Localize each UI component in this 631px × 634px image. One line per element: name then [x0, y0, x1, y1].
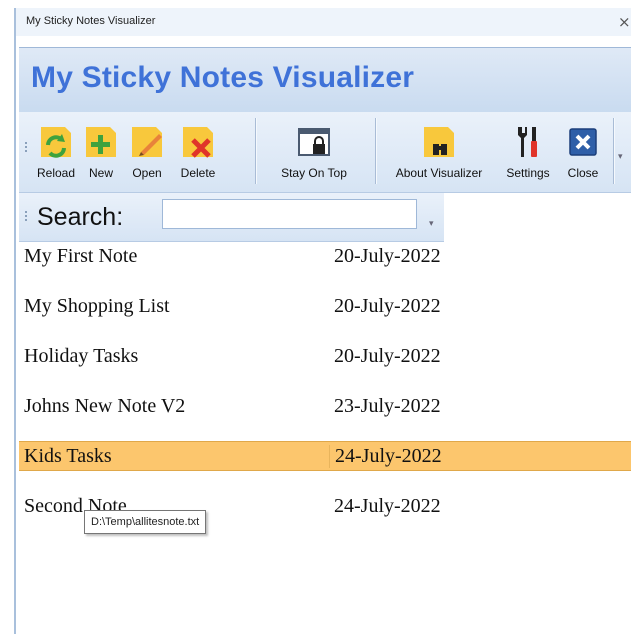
reload-button[interactable]: Reload: [33, 118, 79, 186]
title-bar: My Sticky Notes Visualizer ×: [16, 8, 631, 36]
note-date: 23-July-2022: [334, 395, 441, 417]
binoculars-note-icon: [424, 127, 454, 157]
about-visualizer-button[interactable]: About Visualizer: [383, 118, 495, 186]
note-name: My First Note: [24, 245, 138, 267]
search-toolbar-grip[interactable]: [25, 211, 30, 221]
note-name: Kids Tasks: [24, 445, 112, 467]
toolbar-separator: [613, 118, 615, 184]
note-name: My Shopping List: [24, 295, 170, 317]
app-banner: My Sticky Notes Visualizer: [19, 47, 631, 113]
file-path-tooltip: D:\Temp\allitesnote.txt: [84, 510, 207, 534]
note-name: Holiday Tasks: [24, 345, 139, 367]
toolbar-overflow-icon[interactable]: ▾: [618, 152, 623, 162]
stay-on-top-button[interactable]: Stay On Top: [264, 118, 364, 186]
open-note-icon: [132, 127, 162, 157]
toolbar-separator: [375, 118, 377, 184]
note-date: 20-July-2022: [334, 295, 441, 317]
list-item[interactable]: My First Note 20-July-2022: [19, 242, 631, 270]
note-name: Johns New Note V2: [24, 395, 186, 417]
close-icon: [569, 128, 597, 156]
note-date: 20-July-2022: [334, 245, 441, 267]
banner-title: My Sticky Notes Visualizer: [31, 61, 415, 94]
new-note-icon: [86, 127, 116, 157]
search-input[interactable]: [162, 199, 417, 229]
settings-label: Settings: [506, 166, 550, 180]
window-lock-icon: [298, 128, 330, 156]
new-note-label: New: [88, 166, 113, 180]
delete-note-button[interactable]: Delete: [173, 118, 223, 186]
reload-label: Reload: [36, 166, 76, 180]
window-title: My Sticky Notes Visualizer: [26, 15, 156, 27]
toolbar-separator: [255, 118, 257, 184]
note-date: 24-July-2022: [334, 495, 441, 517]
note-date: 24-July-2022: [329, 445, 442, 468]
reload-icon: [41, 127, 71, 158]
main-toolbar: Reload New Open Delete Stay On Top About…: [19, 112, 631, 193]
list-item[interactable]: My Shopping List 20-July-2022: [19, 292, 631, 320]
settings-button[interactable]: Settings: [497, 118, 559, 186]
tools-icon: [518, 127, 537, 157]
window-close-icon[interactable]: ×: [618, 13, 631, 31]
open-note-button[interactable]: Open: [123, 118, 171, 186]
delete-note-icon: [183, 127, 213, 158]
search-label: Search:: [37, 203, 124, 231]
delete-note-label: Delete: [180, 166, 216, 180]
close-button[interactable]: Close: [561, 118, 605, 186]
app-window: My Sticky Notes Visualizer × My Sticky N…: [14, 8, 631, 634]
note-date: 20-July-2022: [334, 345, 441, 367]
open-note-label: Open: [132, 166, 162, 180]
list-item[interactable]: Johns New Note V2 23-July-2022: [19, 392, 631, 420]
list-item-selected[interactable]: Kids Tasks 24-July-2022: [19, 441, 631, 471]
toolbar-grip[interactable]: [25, 142, 30, 152]
close-label: Close: [567, 166, 599, 180]
about-visualizer-label: About Visualizer: [395, 166, 483, 180]
list-item[interactable]: Holiday Tasks 20-July-2022: [19, 342, 631, 370]
search-toolbar-overflow-icon[interactable]: ▾: [429, 219, 434, 229]
stay-on-top-label: Stay On Top: [281, 166, 347, 180]
new-note-button[interactable]: New: [81, 118, 121, 186]
search-toolbar: Search: ▾: [19, 193, 444, 242]
